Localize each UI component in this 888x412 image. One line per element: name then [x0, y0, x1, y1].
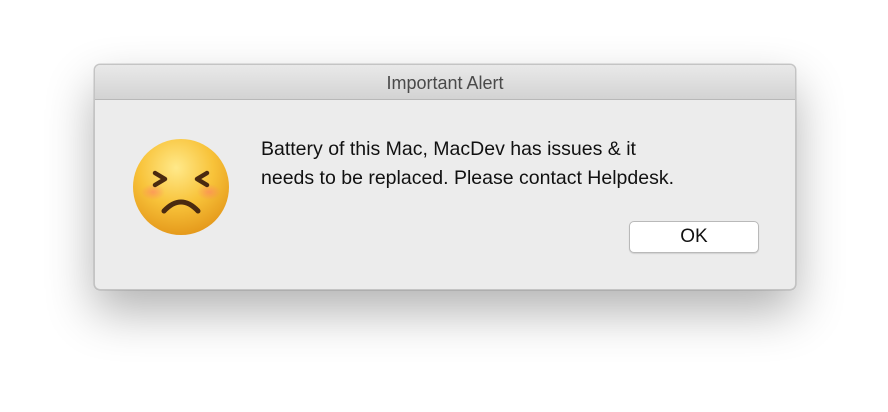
alert-message-line: needs to be replaced. Please contact Hel…	[261, 167, 675, 189]
ok-button[interactable]: OK	[629, 221, 759, 253]
alert-dialog: Important Alert Battery of this Mac, Mac…	[94, 64, 796, 290]
alert-message: Battery of this Mac, MacDev has issues &…	[261, 135, 761, 193]
title-bar[interactable]: Important Alert	[95, 65, 795, 100]
alert-message-line: Battery of this Mac, MacDev has issues &…	[261, 138, 636, 160]
window-title: Important Alert	[386, 73, 504, 93]
persevering-face-icon	[133, 139, 229, 235]
